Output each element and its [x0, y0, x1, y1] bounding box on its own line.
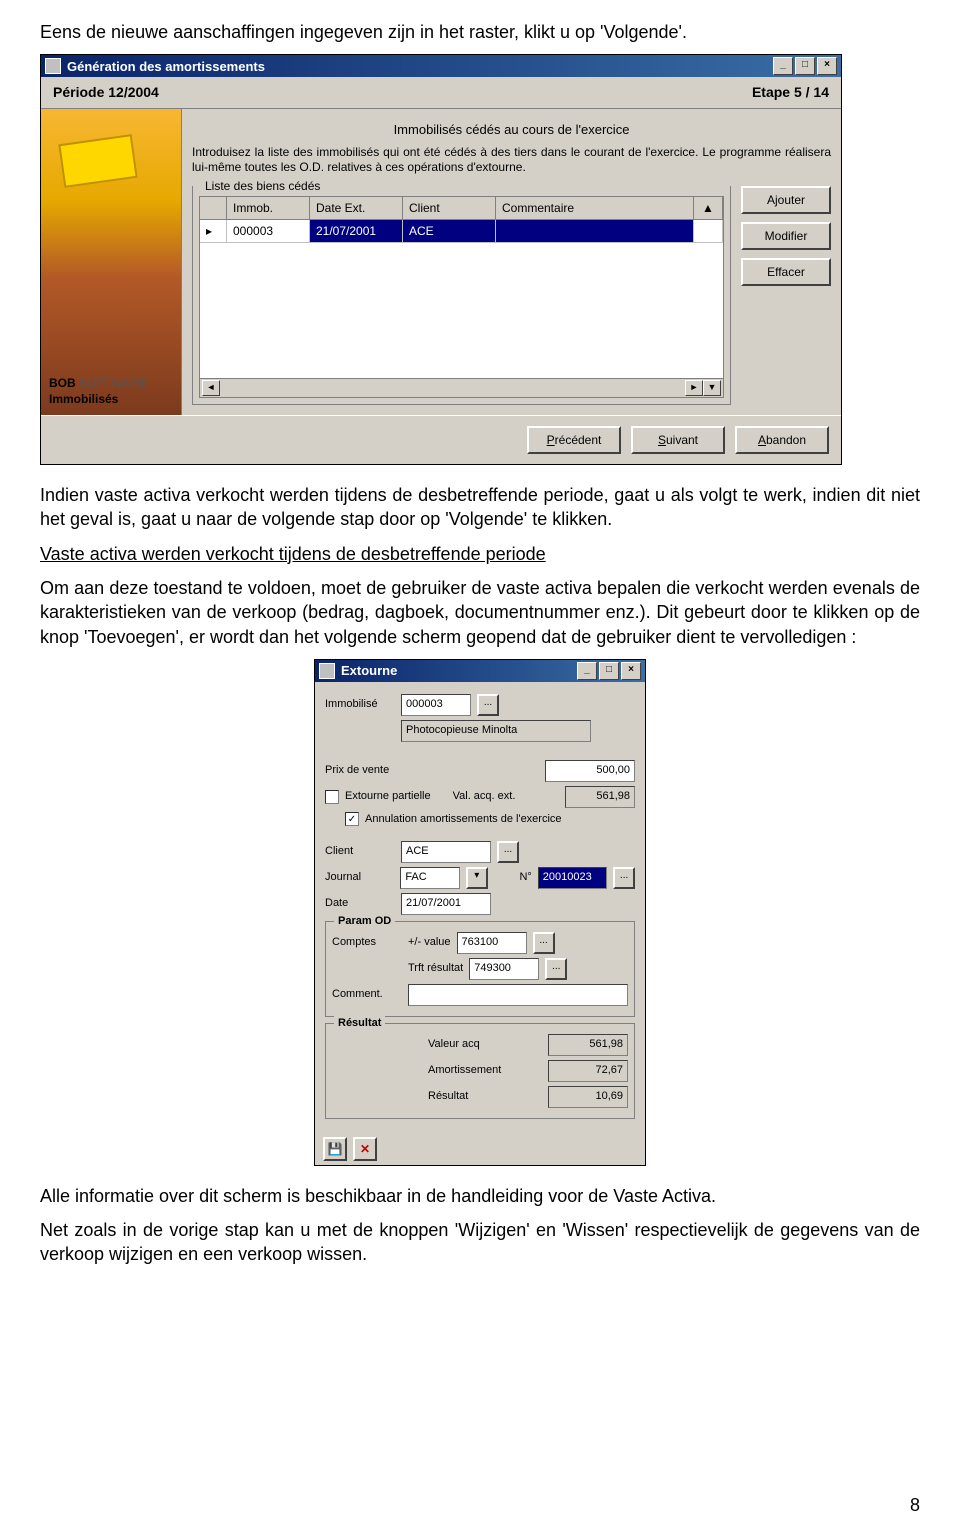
dialog-titlebar: Extourne _ □ × — [315, 660, 645, 682]
immob-lookup-button[interactable]: ... — [477, 694, 499, 716]
comptes-lookup-button[interactable]: ... — [533, 932, 555, 954]
scroll-left-icon[interactable]: ◄ — [202, 380, 220, 396]
delete-button[interactable]: Effacer — [741, 258, 831, 286]
brand-bob: BOB — [49, 376, 76, 390]
step-label: Etape 5 / 14 — [752, 83, 829, 102]
close-icon[interactable]: × — [817, 57, 837, 75]
amort-label: Amortissement — [428, 1063, 501, 1078]
paragraph-3: Om aan deze toestand te voldoen, moet de… — [40, 576, 920, 649]
modify-button[interactable]: Modifier — [741, 222, 831, 250]
previous-button[interactable]: Précédent — [527, 426, 621, 454]
brand-module: Immobilisés — [49, 392, 118, 406]
dlg-close-icon[interactable]: × — [621, 662, 641, 680]
extourne-partielle-checkbox[interactable] — [325, 790, 339, 804]
minimize-icon[interactable]: _ — [773, 57, 793, 75]
dlg-minimize-icon[interactable]: _ — [577, 662, 597, 680]
table-row[interactable]: ▸ 000003 21/07/2001 ACE — [200, 220, 723, 243]
cell-comment — [496, 220, 694, 242]
cell-immob: 000003 — [227, 220, 310, 242]
scroll-right-icon[interactable]: ► — [685, 380, 703, 396]
vacq-label: Valeur acq — [428, 1037, 480, 1052]
row-marker-icon: ▸ — [200, 220, 227, 242]
add-button[interactable]: Ajouter — [741, 186, 831, 214]
immob-label: Immobilisé — [325, 697, 395, 712]
client-label: Client — [325, 844, 395, 859]
paragraph-4: Alle informatie over dit scherm is besch… — [40, 1184, 920, 1208]
dialog-title: Extourne — [341, 662, 397, 680]
num-label: N° — [519, 870, 531, 885]
col-client[interactable]: Client — [403, 197, 496, 219]
prix-field[interactable]: 500,00 — [545, 760, 635, 782]
annulation-label: Annulation amortissements de l'exercice — [365, 812, 562, 827]
side-image: BOB SOFTWARE Immobilisés — [41, 109, 182, 415]
list-group: Liste des biens cédés Immob. Date Ext. C… — [192, 186, 731, 405]
titlebar: Génération des amortissements _ □ × — [41, 55, 841, 77]
param-od-label: Param OD — [334, 914, 395, 929]
param-od-group: Param OD Comptes +/- value 763100 ... Tr… — [325, 921, 635, 1017]
abort-button[interactable]: Abandon — [735, 426, 829, 454]
num-lookup-button[interactable]: ... — [613, 867, 635, 889]
trft-field[interactable]: 749300 — [469, 958, 539, 980]
comptes-label: Comptes — [332, 935, 402, 950]
col-immob[interactable]: Immob. — [227, 197, 310, 219]
amort-field: 72,67 — [548, 1060, 628, 1082]
date-label: Date — [325, 896, 395, 911]
comment-label: Comment. — [332, 987, 402, 1002]
dialog-icon — [319, 663, 335, 679]
client-lookup-button[interactable]: ... — [497, 841, 519, 863]
brand-software: SOFTWARE — [76, 376, 147, 390]
next-button[interactable]: Suivant — [631, 426, 725, 454]
page-number: 8 — [910, 1493, 920, 1517]
annulation-checkbox[interactable]: ✓ — [345, 812, 359, 826]
res-label: Résultat — [428, 1089, 468, 1104]
immob-desc-field: Photocopieuse Minolta — [401, 720, 591, 742]
journal-field[interactable]: FAC — [400, 867, 460, 889]
group-label: Liste des biens cédés — [201, 178, 324, 194]
wizard-instructions: Introduisez la liste des immobilisés qui… — [192, 145, 831, 176]
paragraph-2: Indien vaste activa verkocht werden tijd… — [40, 483, 920, 532]
trft-lookup-button[interactable]: ... — [545, 958, 567, 980]
res-field: 10,69 — [548, 1086, 628, 1108]
extourne-partielle-label: Extourne partielle — [345, 789, 431, 804]
comment-field[interactable] — [408, 984, 628, 1006]
col-comment[interactable]: Commentaire — [496, 197, 694, 219]
comptes-field[interactable]: 763100 — [457, 932, 527, 954]
vacq-field: 561,98 — [548, 1034, 628, 1056]
scroll-down-icon[interactable]: ▼ — [703, 380, 721, 396]
val-acq-label: Val. acq. ext. — [453, 789, 516, 804]
col-date[interactable]: Date Ext. — [310, 197, 403, 219]
cancel-icon[interactable]: ✕ — [353, 1137, 377, 1161]
plusmin-label: +/- value — [408, 935, 451, 950]
val-acq-field: 561,98 — [565, 786, 635, 808]
period-label: Période 12/2004 — [53, 83, 159, 102]
data-grid[interactable]: Immob. Date Ext. Client Commentaire ▲ ▸ … — [199, 196, 724, 398]
journal-label: Journal — [325, 870, 394, 885]
wizard-subtitle: Immobilisés cédés au cours de l'exercice — [192, 121, 831, 139]
immob-field[interactable]: 000003 — [401, 694, 471, 716]
dlg-maximize-icon[interactable]: □ — [599, 662, 619, 680]
intro-text: Eens de nieuwe aanschaffingen ingegeven … — [40, 20, 920, 44]
paragraph-5: Net zoals in de vorige stap kan u met de… — [40, 1218, 920, 1267]
maximize-icon[interactable]: □ — [795, 57, 815, 75]
app-icon — [45, 58, 61, 74]
result-group-label: Résultat — [334, 1016, 385, 1031]
prix-label: Prix de vente — [325, 763, 395, 778]
date-field[interactable]: 21/07/2001 — [401, 893, 491, 915]
journal-dropdown-icon[interactable]: ▾ — [466, 867, 488, 889]
save-icon[interactable]: 💾 — [323, 1137, 347, 1161]
window-title: Génération des amortissements — [67, 58, 265, 76]
cell-client: ACE — [403, 220, 496, 242]
result-group: Résultat Valeur acq 561,98 Amortissement 7… — [325, 1023, 635, 1119]
wizard-window: Génération des amortissements _ □ × Péri… — [40, 54, 842, 465]
trft-label: Trft résultat — [408, 961, 463, 976]
num-field[interactable]: 20010023 — [538, 867, 607, 889]
section-heading: Vaste activa werden verkocht tijdens de … — [40, 542, 920, 566]
cell-date: 21/07/2001 — [310, 220, 403, 242]
client-field[interactable]: ACE — [401, 841, 491, 863]
scroll-up-icon[interactable]: ▲ — [694, 197, 723, 219]
extourne-dialog: Extourne _ □ × Immobilisé 000003 ... Pho… — [314, 659, 646, 1166]
